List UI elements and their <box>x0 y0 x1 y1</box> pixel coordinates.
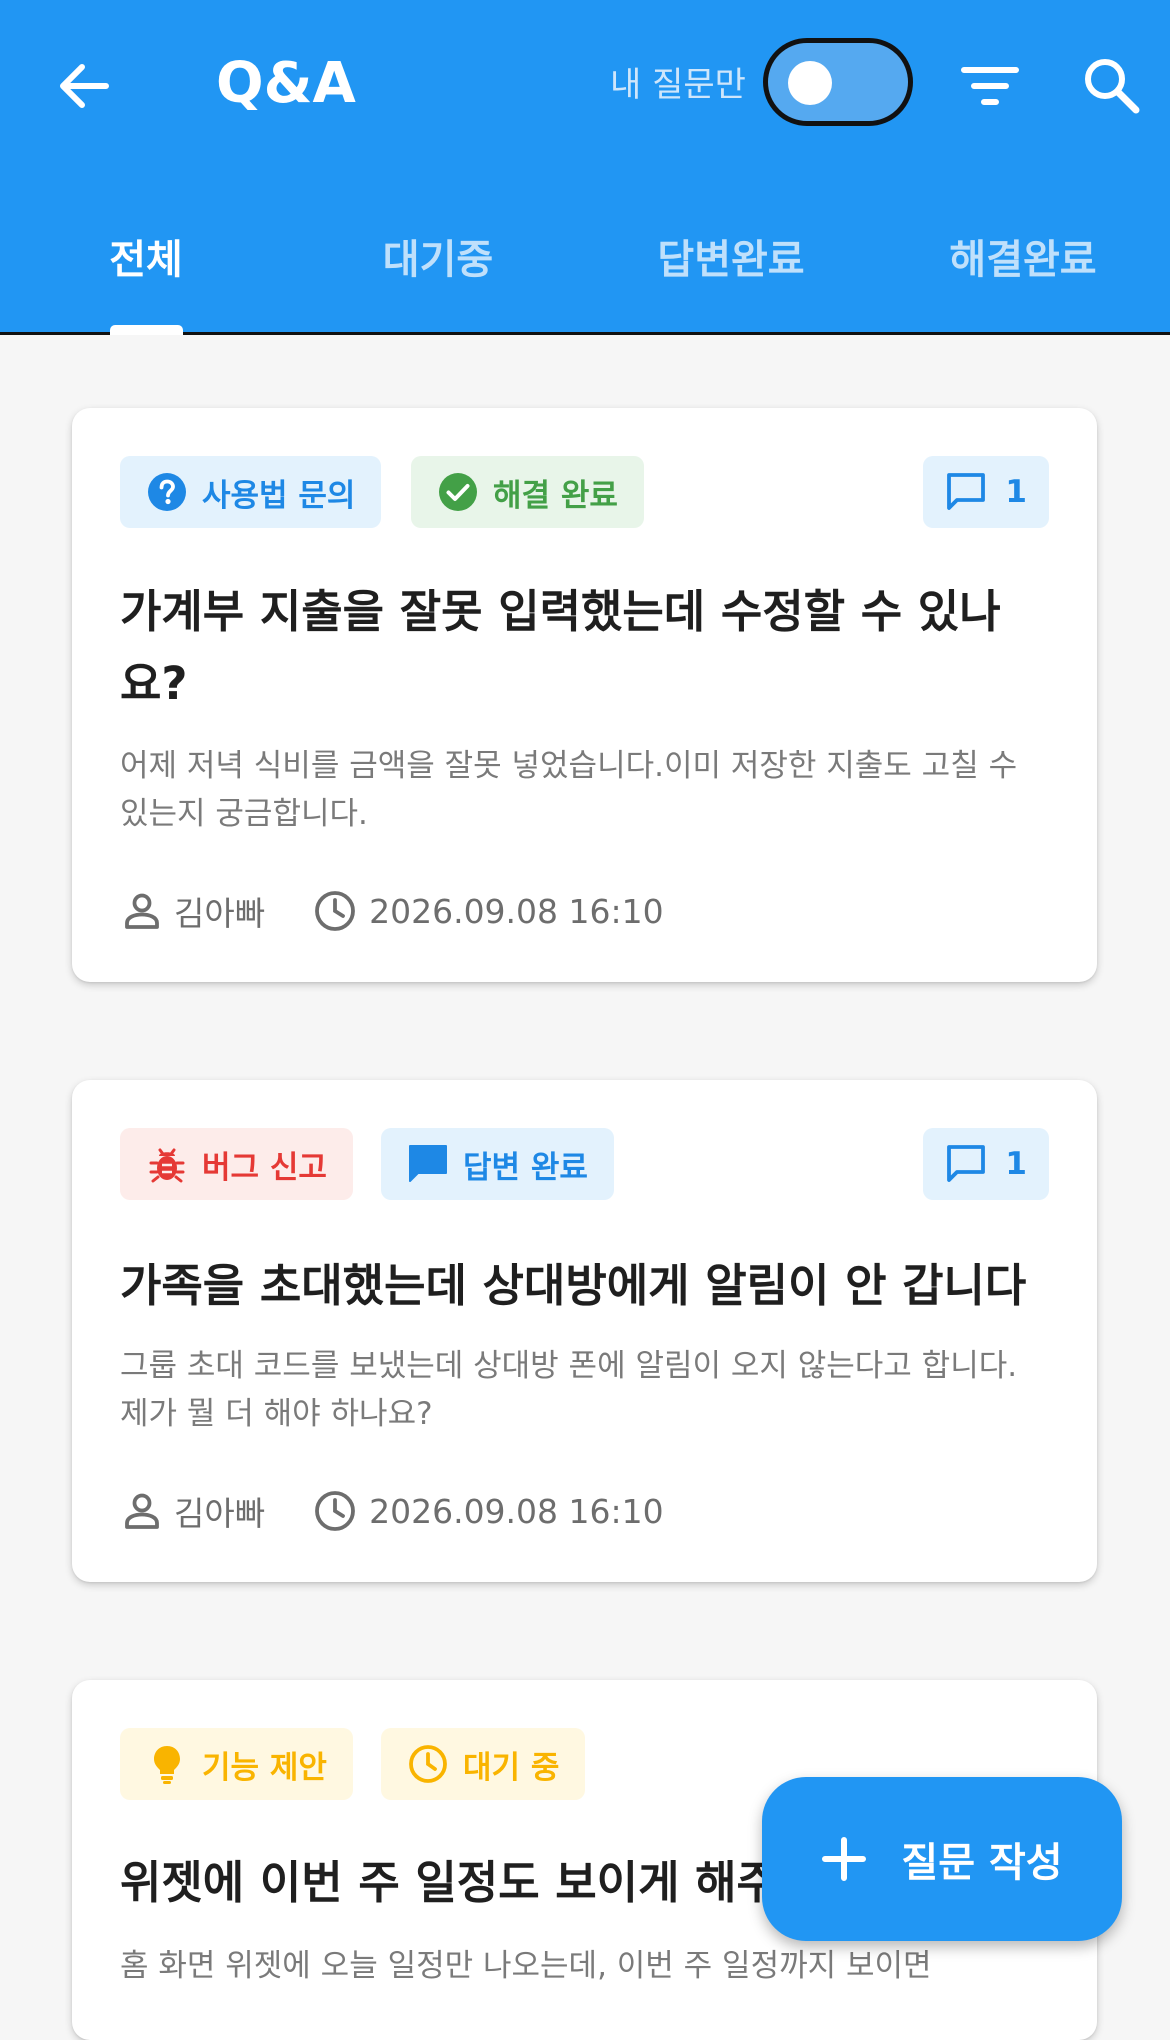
bug-icon <box>149 1148 185 1183</box>
author-name: 김아빠 <box>174 894 266 933</box>
comment-count-chip: 1 <box>923 1128 1049 1200</box>
person-icon <box>125 1493 159 1529</box>
status-chip: 대기 중 <box>381 1728 586 1800</box>
back-button[interactable] <box>56 58 112 114</box>
category-chip: 버그 신고 <box>120 1128 353 1200</box>
arrow-left-icon <box>60 64 109 108</box>
question-body: 그룹 초대 코드를 보냈는데 상대방 폰에 알림이 오지 않는다고 합니다.제가… <box>120 1348 1018 1432</box>
comment-icon <box>947 473 986 510</box>
tab-waiting[interactable]: 대기중 <box>292 232 584 288</box>
clock-icon <box>315 1491 355 1531</box>
search-button[interactable] <box>1080 54 1142 116</box>
write-question-label: 질문 작성 <box>901 1840 1063 1886</box>
post-date: 2026.09.08 16:10 <box>369 891 664 931</box>
status-label: 답변 완료 <box>463 1149 588 1186</box>
comment-icon <box>947 1145 986 1182</box>
tab-answered[interactable]: 답변완료 <box>585 232 877 288</box>
status-chip: 해결 완료 <box>411 456 644 528</box>
search-icon <box>1085 59 1140 114</box>
category-label: 버그 신고 <box>202 1149 327 1186</box>
comment-count-chip: 1 <box>923 456 1049 528</box>
person-icon <box>125 893 159 929</box>
question-card[interactable]: 사용법 문의 해결 완료 1 가계부 지출을 잘못 입력했는데 수정할 수 있나… <box>72 408 1097 982</box>
question-title: 가족을 초대했는데 상대방에게 알림이 안 갑니다 <box>120 1259 1027 1312</box>
tab-indicator <box>110 325 183 335</box>
category-label: 기능 제안 <box>202 1749 327 1786</box>
status-label: 대기 중 <box>463 1749 560 1786</box>
write-question-button[interactable]: 질문 작성 <box>762 1777 1122 1941</box>
tab-resolved[interactable]: 해결완료 <box>877 232 1169 288</box>
category-chip: 사용법 문의 <box>120 456 382 528</box>
question-meta: 김아빠 2026.09.08 16:10 <box>120 886 664 936</box>
question-title: 위젯에 이번 주 일정도 보이게 해주 <box>120 1856 778 1909</box>
plus-icon <box>822 1837 867 1881</box>
my-questions-toggle[interactable] <box>763 38 913 126</box>
filter-button[interactable] <box>958 60 1022 112</box>
question-body: 어제 저녁 식비를 금액을 잘못 넣었습니다.이미 저장한 지출도 고칠 수 있… <box>120 748 1018 832</box>
check-circle-icon <box>439 473 477 511</box>
category-chip: 기능 제안 <box>120 1728 353 1800</box>
tab-all[interactable]: 전체 <box>0 232 292 288</box>
author-name: 김아빠 <box>174 1494 266 1533</box>
help-circle-icon <box>148 473 186 511</box>
page-title: Q&A <box>216 51 356 116</box>
filter-icon <box>961 67 1019 105</box>
status-chip: 답변 완료 <box>381 1128 614 1200</box>
category-label: 사용법 문의 <box>202 477 356 514</box>
toggle-knob <box>788 61 832 105</box>
question-body: 홈 화면 위젯에 오늘 일정만 나오는데, 이번 주 일정까지 보이면 <box>120 1948 932 1984</box>
comment-count: 1 <box>1005 474 1027 510</box>
lightbulb-icon <box>154 1746 180 1784</box>
question-meta: 김아빠 2026.09.08 16:10 <box>120 1486 664 1536</box>
app-bar: Q&A 내 질문만 전체 대기중 답변완료 해결완료 <box>0 0 1170 335</box>
clock-icon <box>315 891 355 931</box>
comment-count: 1 <box>1005 1146 1027 1182</box>
chat-bubble-icon <box>409 1145 447 1182</box>
my-questions-label: 내 질문만 <box>610 65 746 105</box>
clock-icon <box>409 1745 447 1783</box>
post-date: 2026.09.08 16:10 <box>369 1491 664 1531</box>
status-label: 해결 완료 <box>493 477 618 514</box>
question-card[interactable]: 버그 신고 답변 완료 1 가족을 초대했는데 상대방에게 알림이 안 갑니다 … <box>72 1080 1097 1582</box>
question-title: 가계부 지출을 잘못 입력했는데 수정할 수 있나요? <box>120 585 1001 710</box>
